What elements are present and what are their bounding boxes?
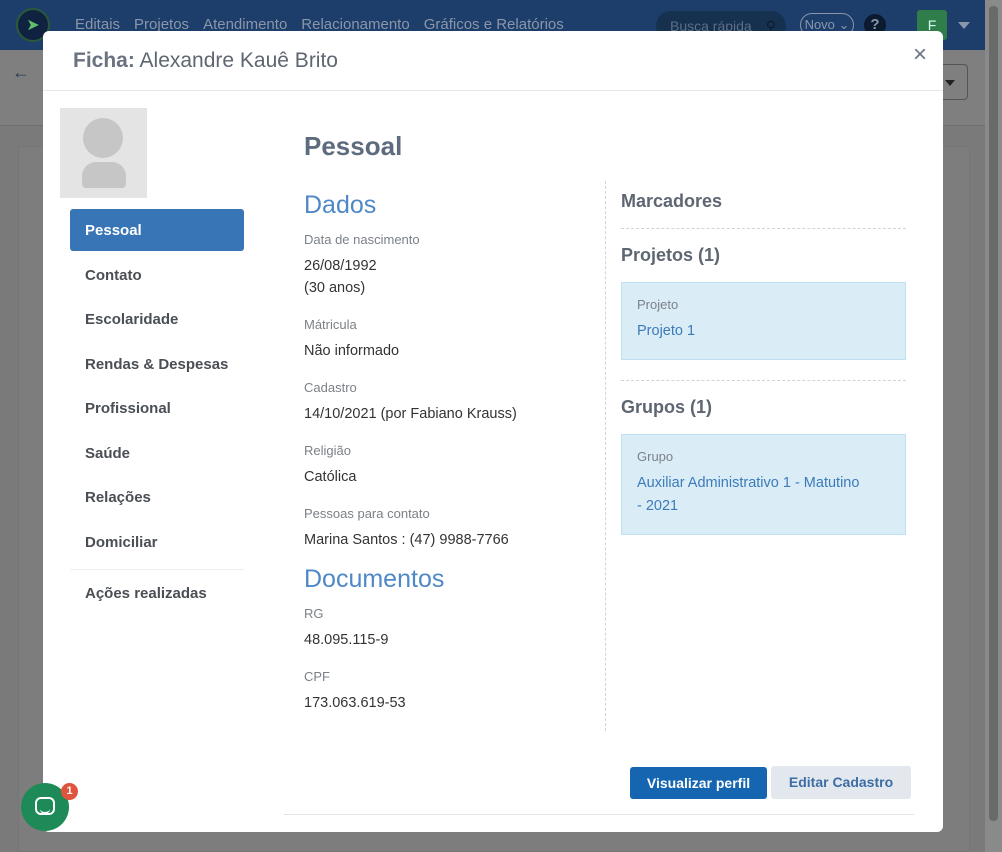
right-column: Marcadores Projetos (1) Projeto Projeto …: [621, 191, 906, 555]
section-menu: Pessoal Contato Escolaridade Rendas & De…: [70, 209, 244, 616]
ficha-modal: Ficha: Alexandre Kauê Brito × Pessoal Co…: [43, 31, 943, 832]
age-value: (30 anos): [304, 280, 366, 296]
menu-divider: [70, 568, 244, 570]
grupo-link[interactable]: Auxiliar Administrativo 1 - Matutino - 2…: [637, 472, 890, 518]
modal-title-prefix: Ficha:: [73, 49, 135, 72]
person-icon-body: [82, 162, 126, 188]
field-label-contato: Pessoas para contato: [304, 506, 430, 521]
field-value-nascimento: 26/08/1992 (30 anos): [304, 255, 594, 299]
chat-notification-badge: 1: [61, 783, 78, 800]
chevron-down-icon[interactable]: [958, 22, 970, 29]
menu-item-relacoes[interactable]: Relações: [70, 476, 244, 521]
column-divider: [605, 181, 606, 731]
chat-icon: [35, 797, 55, 815]
dados-column: Dados Data de nascimento 26/08/1992 (30 …: [304, 191, 594, 732]
page-scrollbar[interactable]: [985, 0, 1002, 852]
menu-item-escolaridade[interactable]: Escolaridade: [70, 298, 244, 343]
novo-label: Novo: [804, 17, 835, 32]
person-icon-head: [83, 118, 123, 158]
field-label-cpf: CPF: [304, 669, 330, 684]
back-arrow-icon[interactable]: ←: [12, 62, 30, 83]
grupo-card: Grupo Auxiliar Administrativo 1 - Matuti…: [621, 434, 906, 535]
menu-item-pessoal[interactable]: Pessoal: [70, 209, 244, 251]
projeto-card: Projeto Projeto 1: [621, 282, 906, 360]
field-label-matricula: Mátricula: [304, 317, 357, 332]
menu-item-domiciliar[interactable]: Domiciliar: [70, 520, 244, 565]
field-label-religiao: Religião: [304, 443, 351, 458]
documentos-heading: Documentos: [304, 565, 445, 593]
field-value-religiao: Católica: [304, 469, 357, 485]
projetos-heading: Projetos (1): [621, 245, 721, 265]
field-value-cadastro: 14/10/2021 (por Fabiano Krauss): [304, 406, 517, 422]
projeto-label: Projeto: [637, 297, 679, 312]
dashed-divider: [621, 228, 906, 229]
marcadores-heading: Marcadores: [621, 191, 723, 211]
editar-cadastro-button[interactable]: Editar Cadastro: [771, 766, 911, 799]
grupos-heading: Grupos (1): [621, 397, 713, 417]
dados-heading: Dados: [304, 191, 377, 219]
field-label-cadastro: Cadastro: [304, 380, 357, 395]
footer-divider: [284, 814, 914, 815]
field-value-matricula: Não informado: [304, 343, 400, 359]
field-value-contato: Marina Santos : (47) 9988-7766: [304, 532, 509, 548]
birthdate-value: 26/08/1992: [304, 258, 377, 274]
visualizar-perfil-button[interactable]: Visualizar perfil: [630, 767, 767, 799]
menu-item-contato[interactable]: Contato: [70, 253, 244, 298]
grupo-link-line2: - 2021: [637, 498, 679, 514]
menu-item-saude[interactable]: Saúde: [70, 431, 244, 476]
menu-item-acoes-realizadas[interactable]: Ações realizadas: [70, 572, 244, 617]
modal-header: Ficha: Alexandre Kauê Brito: [43, 31, 943, 91]
profile-photo-placeholder: [60, 108, 147, 198]
grupo-link-line1: Auxiliar Administrativo 1 - Matutino: [637, 475, 860, 491]
page-title: Pessoal: [304, 131, 403, 161]
field-value-rg: 48.095.115-9: [304, 632, 389, 648]
menu-item-rendas-despesas[interactable]: Rendas & Despesas: [70, 342, 244, 387]
modal-title-name: Alexandre Kauê Brito: [139, 49, 338, 72]
grupo-label: Grupo: [637, 449, 674, 464]
projeto-link[interactable]: Projeto 1: [637, 320, 890, 343]
dashed-divider: [621, 380, 906, 381]
field-value-cpf: 173.063.619-53: [304, 695, 406, 711]
close-icon[interactable]: ×: [909, 41, 931, 68]
field-label-rg: RG: [304, 606, 324, 621]
field-label-nascimento: Data de nascimento: [304, 232, 420, 247]
menu-item-profissional[interactable]: Profissional: [70, 387, 244, 432]
scrollbar-thumb[interactable]: [989, 6, 998, 821]
